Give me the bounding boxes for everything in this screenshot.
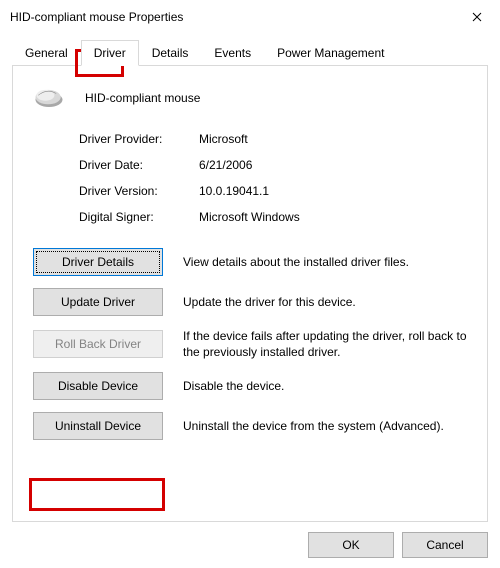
cancel-button[interactable]: Cancel	[402, 532, 488, 558]
tab-general[interactable]: General	[12, 40, 81, 65]
driver-details-button[interactable]: Driver Details	[33, 248, 163, 276]
action-row-details: Driver Details View details about the in…	[33, 248, 473, 276]
uninstall-device-desc: Uninstall the device from the system (Ad…	[183, 418, 473, 434]
disable-device-button[interactable]: Disable Device	[33, 372, 163, 400]
dialog-footer: OK Cancel	[308, 532, 488, 558]
update-driver-button[interactable]: Update Driver	[33, 288, 163, 316]
action-row-update: Update Driver Update the driver for this…	[33, 288, 473, 316]
dialog-content: General Driver Details Events Power Mana…	[0, 34, 500, 522]
provider-label: Driver Provider:	[79, 132, 199, 146]
driver-tab-panel: HID-compliant mouse Driver Provider: Mic…	[12, 66, 488, 522]
version-label: Driver Version:	[79, 184, 199, 198]
properties-dialog: HID-compliant mouse Properties General D…	[0, 0, 500, 568]
close-icon	[472, 12, 482, 22]
tab-driver[interactable]: Driver	[81, 40, 139, 66]
title-bar: HID-compliant mouse Properties	[0, 0, 500, 34]
tab-events[interactable]: Events	[201, 40, 264, 65]
driver-actions: Driver Details View details about the in…	[27, 248, 473, 440]
disable-device-desc: Disable the device.	[183, 378, 473, 394]
signer-value: Microsoft Windows	[199, 210, 473, 224]
tab-strip: General Driver Details Events Power Mana…	[12, 38, 488, 66]
window-title: HID-compliant mouse Properties	[10, 10, 183, 24]
device-name: HID-compliant mouse	[85, 91, 200, 105]
tab-power-management[interactable]: Power Management	[264, 40, 397, 65]
provider-value: Microsoft	[199, 132, 473, 146]
action-row-rollback: Roll Back Driver If the device fails aft…	[33, 328, 473, 360]
driver-info: Driver Provider: Microsoft Driver Date: …	[27, 132, 473, 224]
mouse-icon	[31, 84, 67, 112]
version-value: 10.0.19041.1	[199, 184, 473, 198]
signer-label: Digital Signer:	[79, 210, 199, 224]
driver-details-desc: View details about the installed driver …	[183, 254, 473, 270]
roll-back-driver-desc: If the device fails after updating the d…	[183, 328, 473, 360]
tab-details[interactable]: Details	[139, 40, 202, 65]
ok-button[interactable]: OK	[308, 532, 394, 558]
action-row-uninstall: Uninstall Device Uninstall the device fr…	[33, 412, 473, 440]
date-value: 6/21/2006	[199, 158, 473, 172]
uninstall-device-button[interactable]: Uninstall Device	[33, 412, 163, 440]
date-label: Driver Date:	[79, 158, 199, 172]
update-driver-desc: Update the driver for this device.	[183, 294, 473, 310]
device-header: HID-compliant mouse	[27, 84, 473, 112]
roll-back-driver-button: Roll Back Driver	[33, 330, 163, 358]
action-row-disable: Disable Device Disable the device.	[33, 372, 473, 400]
close-button[interactable]	[454, 2, 500, 32]
